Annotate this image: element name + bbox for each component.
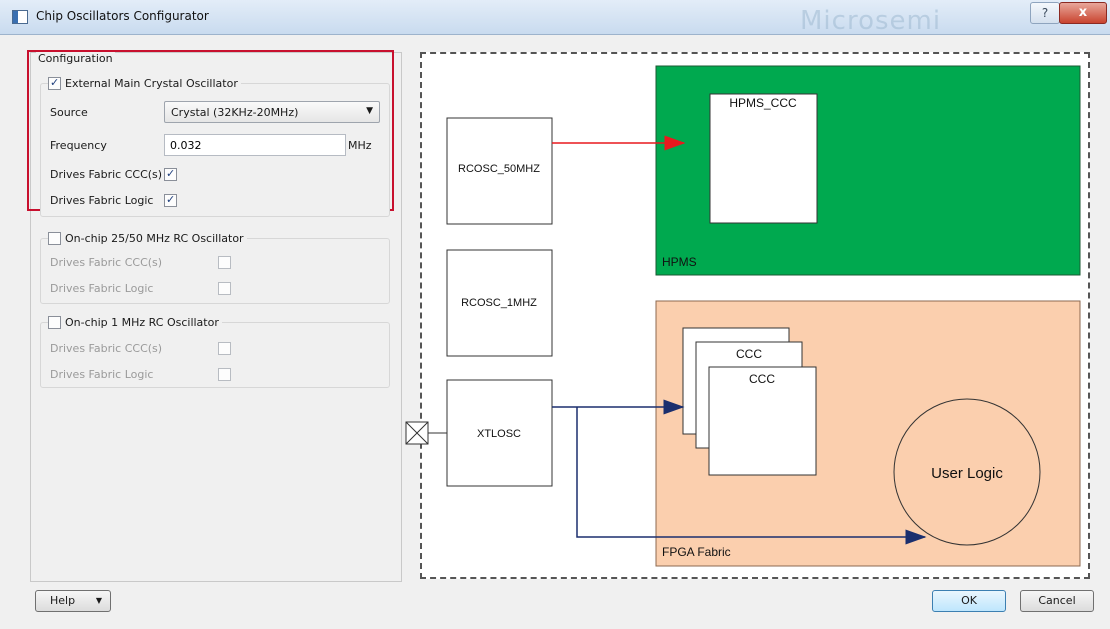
cancel-button[interactable]: Cancel — [1020, 590, 1094, 612]
hpms-ccc-label: HPMS_CCC — [729, 96, 797, 110]
diagram-svg: HPMS HPMS_CCC RCOSC_50MHZ RCOSC_1MHZ XTL… — [405, 65, 1081, 567]
rcosc50-label: RCOSC_50MHZ — [458, 163, 540, 175]
fabric-label: FPGA Fabric — [662, 545, 731, 559]
help-dropdown-button[interactable]: Help ▼ — [35, 590, 111, 612]
ok-button[interactable]: OK — [932, 590, 1006, 612]
ccc-label-2: CCC — [749, 372, 775, 386]
hpms-ccc-block — [709, 93, 818, 224]
rcosc1-label: RCOSC_1MHZ — [461, 297, 537, 309]
hpms-label: HPMS — [662, 255, 697, 269]
user-logic-label: User Logic — [931, 465, 1003, 482]
help-button-label: Help — [50, 594, 76, 607]
dialog-window: Chip Oscillators Configurator Microsemi … — [0, 0, 1110, 629]
chevron-down-icon: ▼ — [95, 596, 102, 605]
ccc-label-1: CCC — [736, 347, 762, 361]
xtlosc-label: XTLOSC — [477, 428, 521, 440]
